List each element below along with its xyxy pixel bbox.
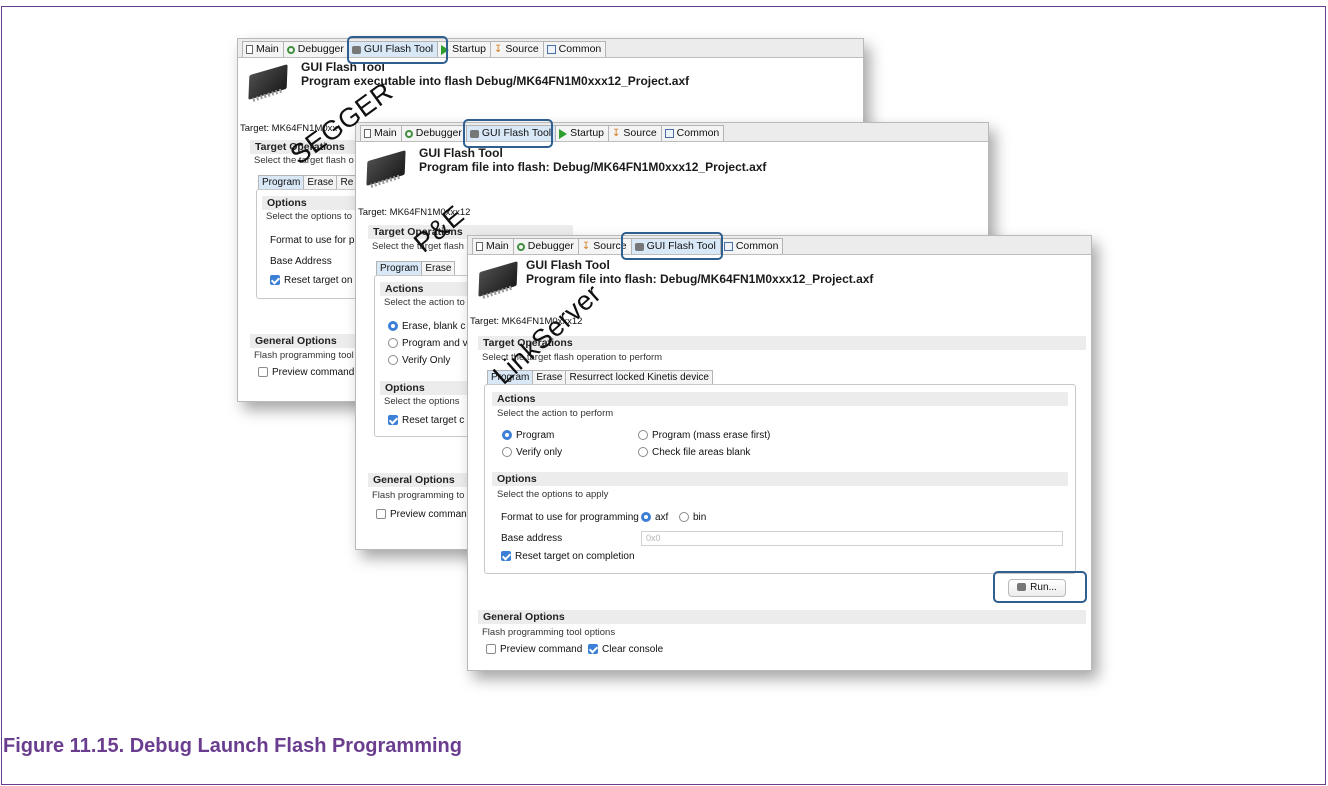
base-address-label: Base Address [270,256,332,267]
format-label: Format to use for programming [501,512,639,523]
general-options-subtitle: Flash programming tool [254,350,354,361]
tab-debugger[interactable]: Debugger [512,238,579,254]
general-options-subtitle: Flash programming tool options [482,627,616,638]
tab-startup[interactable]: Startup [555,125,609,141]
radio-icon [641,512,651,522]
tab-main[interactable]: Main [472,238,514,254]
preview-check-icon [376,509,386,519]
main-tab-icon [246,45,253,54]
inner-tab-program[interactable]: Program [258,175,305,189]
highlight-segger-flash-tab [347,36,448,64]
general-options-header: General Options [478,610,1086,624]
common-tab-icon [723,242,733,251]
header-title: GUI Flash Tool [419,146,503,160]
reset-check-icon [388,415,398,425]
options-header: Options [492,472,1068,486]
reset-check-icon [501,551,511,561]
linkserver-tab-bar: Main Debugger ↧ Source GUI Flash Tool Com… [468,236,1091,255]
reset-check-icon [270,275,280,285]
format-label: Format to use for pr [270,235,358,246]
main-tab-icon [364,129,371,138]
debugger-tab-icon [286,45,295,54]
radio-verify-only[interactable]: Verify Only [388,355,450,366]
common-tab-icon [664,129,674,138]
reset-target-checkbox[interactable]: Reset target on completion [501,551,635,562]
chip-icon [246,63,290,105]
radio-check-blank[interactable]: Check file areas blank [638,447,750,458]
radio-program-verify[interactable]: Program and v [388,338,468,349]
radio-program-mass-erase[interactable]: Program (mass erase first) [638,430,770,441]
format-bin-radio[interactable]: bin [679,512,706,523]
tab-debugger[interactable]: Debugger [400,125,467,141]
tab-debugger[interactable]: Debugger [282,41,349,57]
radio-icon [679,512,689,522]
highlight-linkserver-flash-tab [621,232,723,260]
radio-icon [502,430,512,440]
header-title: GUI Flash Tool [526,258,610,272]
format-axf-radio[interactable]: axf [641,512,668,523]
tab-main[interactable]: Main [242,41,284,57]
actions-subtitle: Select the action to perform [497,408,614,419]
chip-icon [364,149,408,191]
debugger-tab-icon [516,242,525,251]
header-subtitle: Program file into flash: Debug/MK64FN1M0… [419,160,767,174]
options-subtitle: Select the options to apply [497,489,609,500]
radio-program[interactable]: Program [502,430,554,441]
highlight-pe-flash-tab [463,119,553,148]
radio-icon [388,321,398,331]
startup-tab-icon [559,128,568,139]
tab-common[interactable]: Common [660,125,725,141]
options-subtitle: Select the options to [266,211,353,222]
tab-common[interactable]: Common [542,41,607,57]
tab-source[interactable]: ↧ Source [608,125,662,141]
base-address-label: Base address [501,533,563,544]
radio-icon [388,355,398,365]
target-operations-header: Target Operations [478,336,1086,350]
segger-tab-bar: Main Debugger GUI Flash Tool Startup ↧ So… [238,39,863,58]
radio-icon [638,430,648,440]
radio-erase-blank[interactable]: Erase, blank c [388,321,465,332]
inner-tab-erase[interactable]: Erase [303,175,338,189]
chip-icon [476,260,520,302]
pe-tab-bar: Main Debugger GUI Flash Tool Startup ↧ So… [356,123,988,142]
header-subtitle: Program file into flash: Debug/MK64FN1M0… [526,272,874,286]
radio-icon [502,447,512,457]
general-options-subtitle: Flash programming to [372,490,465,501]
source-tab-icon: ↧ [494,43,503,55]
reset-target-checkbox[interactable]: Reset target c [388,415,464,426]
preview-check-icon [258,367,268,377]
tab-main[interactable]: Main [360,125,402,141]
radio-icon [388,338,398,348]
radio-icon [638,447,648,457]
preview-check-icon [486,644,496,654]
inner-tab-erase[interactable]: Erase [532,370,567,384]
actions-subtitle: Select the action to [384,297,465,308]
base-address-field[interactable]: 0x0 [641,531,1063,546]
source-tab-icon: ↧ [612,127,621,139]
inner-tab-resurrect[interactable]: Resurrect locked Kinetis device [565,370,713,384]
main-tab-icon [476,242,483,251]
radio-verify-only[interactable]: Verify only [502,447,562,458]
preview-command-checkbox[interactable]: Preview command [258,367,354,378]
preview-command-checkbox[interactable]: Preview command [486,644,582,655]
source-tab-icon: ↧ [581,240,591,252]
clear-check-icon [588,644,598,654]
reset-target-checkbox[interactable]: Reset target on [270,275,352,286]
tab-source[interactable]: ↧ Source [490,41,544,57]
options-subtitle: Select the options [384,396,460,407]
highlight-run-button [993,571,1087,603]
inner-tab-program[interactable]: Program [376,261,423,275]
header-subtitle: Program executable into flash Debug/MK64… [301,74,690,88]
tab-common[interactable]: Common [719,238,784,254]
inner-tab-erase[interactable]: Erase [421,261,456,275]
figure-caption: Figure 11.15. Debug Launch Flash Program… [3,735,462,757]
debugger-tab-icon [404,129,413,138]
common-tab-icon [546,45,556,54]
clear-console-checkbox[interactable]: Clear console [588,644,663,655]
preview-command-checkbox[interactable]: Preview comman [376,509,467,520]
actions-header: Actions [492,392,1068,406]
